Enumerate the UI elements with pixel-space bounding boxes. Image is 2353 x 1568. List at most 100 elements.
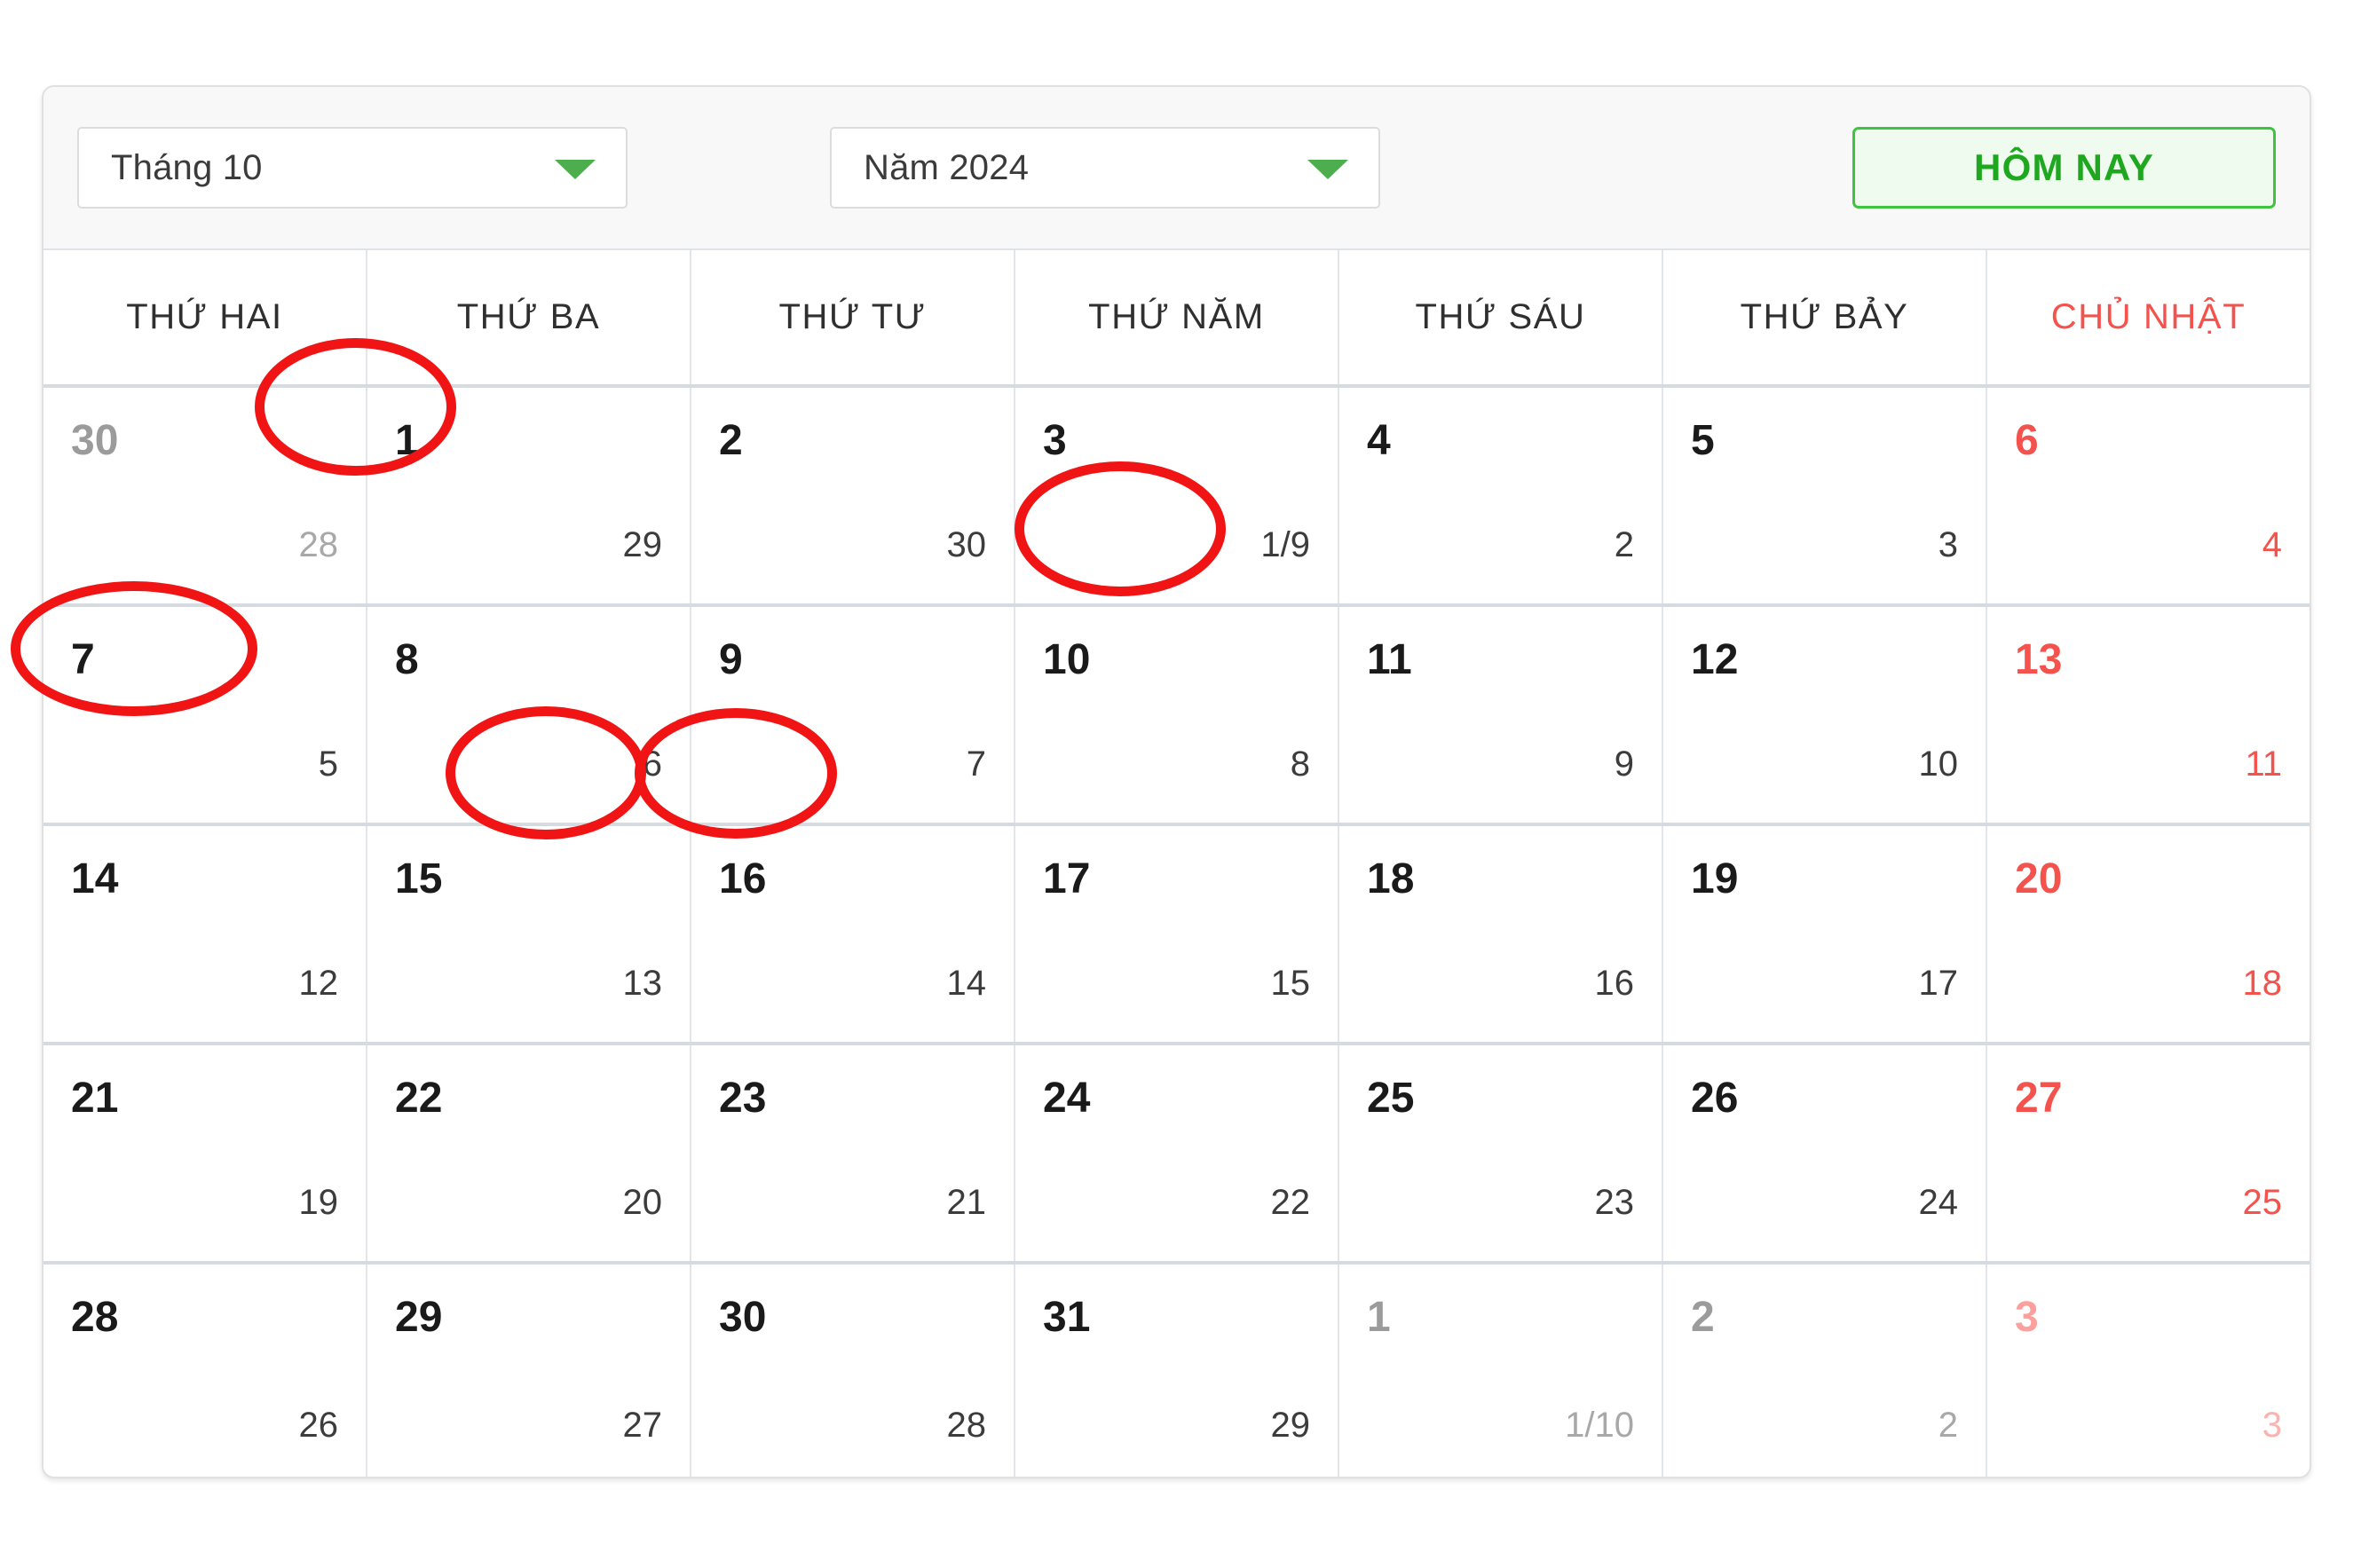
solar-date: 28 — [71, 1294, 119, 1341]
weekday-label: THỨ BA — [456, 297, 601, 336]
day-cell[interactable]: 25 23 — [1339, 1045, 1663, 1261]
solar-date: 8 — [395, 636, 419, 683]
day-cell[interactable]: 26 24 — [1663, 1045, 1987, 1261]
day-cell[interactable]: 19 17 — [1663, 826, 1987, 1042]
calendar-week-row: 7 5 8 6 9 7 10 8 11 9 12 10 13 11 — [43, 607, 2310, 826]
lunar-date: 21 — [946, 1183, 987, 1222]
lunar-date: 19 — [298, 1183, 339, 1222]
lunar-date: 6 — [642, 745, 662, 784]
day-cell[interactable]: 11 9 — [1339, 607, 1663, 823]
day-cell[interactable]: 33 — [1987, 1265, 2310, 1477]
solar-date: 1 — [395, 417, 419, 464]
solar-date: 23 — [719, 1075, 767, 1122]
day-cell[interactable]: 2 30 — [691, 388, 1015, 603]
lunar-date: 4 — [2262, 525, 2282, 564]
weekday-header-5: THỨ SÁU — [1339, 250, 1663, 384]
lunar-date: 28 — [298, 525, 339, 564]
lunar-date: 10 — [1918, 745, 1959, 784]
day-cell[interactable]: 42 — [1339, 388, 1663, 603]
day-cell[interactable]: 1 1/10 — [1339, 1265, 1663, 1477]
lunar-date: 9 — [1614, 745, 1634, 784]
lunar-date: 3 — [1938, 525, 1958, 564]
solar-date: 6 — [2015, 417, 2039, 464]
day-cell[interactable]: 86 — [367, 607, 691, 823]
day-cell[interactable]: 75 — [43, 607, 367, 823]
solar-date: 25 — [1367, 1075, 1415, 1122]
calendar-week-row: 30 28 1 29 2 30 3 1/9 4 2 5 3 6 4 — [43, 388, 2310, 607]
solar-date: 2 — [1691, 1294, 1715, 1341]
day-cell[interactable]: 14 12 — [43, 826, 367, 1042]
day-cell[interactable]: 17 15 — [1015, 826, 1339, 1042]
chevron-down-icon — [555, 160, 596, 179]
year-select[interactable]: Năm 2024 — [830, 127, 1380, 209]
lunar-date: 18 — [2242, 964, 2283, 1003]
lunar-date: 24 — [1918, 1183, 1959, 1222]
day-cell[interactable]: 18 16 — [1339, 826, 1663, 1042]
weekday-label: THỨ BẢY — [1740, 297, 1909, 336]
solar-date: 5 — [1691, 417, 1715, 464]
lunar-date: 8 — [1290, 745, 1310, 784]
calendar-widget: Tháng 10 Năm 2024 HÔM NAY THỨ HAI THỨ BA T… — [42, 85, 2311, 1478]
year-select-label: Năm 2024 — [864, 147, 1030, 187]
solar-date: 29 — [395, 1294, 443, 1341]
lunar-date: 27 — [622, 1406, 663, 1445]
day-cell[interactable]: 64 — [1987, 388, 2310, 603]
lunar-date: 20 — [622, 1183, 663, 1222]
day-cell[interactable]: 28 26 — [43, 1265, 367, 1477]
solar-date: 3 — [1043, 417, 1067, 464]
day-cell[interactable]: 30 28 — [43, 388, 367, 603]
lunar-date: 14 — [946, 964, 987, 1003]
day-cell[interactable]: 30 28 — [691, 1265, 1015, 1477]
calendar-week-row: 21 19 22 20 23 21 24 22 25 23 26 24 27 25 — [43, 1045, 2310, 1265]
solar-date: 13 — [2015, 636, 2063, 683]
day-cell[interactable]: 16 14 — [691, 826, 1015, 1042]
weekday-label: THỨ SÁU — [1415, 297, 1586, 336]
lunar-date: 17 — [1918, 964, 1959, 1003]
lunar-date: 26 — [298, 1406, 339, 1445]
solar-date: 10 — [1043, 636, 1091, 683]
solar-date: 31 — [1043, 1294, 1091, 1341]
day-cell[interactable]: 3 1/9 — [1015, 388, 1339, 603]
day-cell[interactable]: 27 25 — [1987, 1045, 2310, 1261]
solar-date: 26 — [1691, 1075, 1739, 1122]
day-cell[interactable]: 31 29 — [1015, 1265, 1339, 1477]
lunar-date: 29 — [622, 525, 663, 564]
lunar-date: 2 — [1614, 525, 1634, 564]
lunar-date: 1/9 — [1260, 525, 1310, 564]
calendar-week-row: 14 12 15 13 16 14 17 15 18 16 19 17 20 18 — [43, 826, 2310, 1045]
weekday-label: CHỦ NHẬT — [2050, 297, 2246, 336]
today-button[interactable]: HÔM NAY — [1852, 127, 2276, 209]
day-cell[interactable]: 22 — [1663, 1265, 1987, 1477]
day-cell[interactable]: 13 11 — [1987, 607, 2310, 823]
today-button-label: HÔM NAY — [1974, 146, 2154, 188]
lunar-date: 7 — [966, 745, 986, 784]
solar-date: 15 — [395, 855, 443, 902]
solar-date: 2 — [719, 417, 743, 464]
solar-date: 16 — [719, 855, 767, 902]
solar-date: 9 — [719, 636, 743, 683]
weekday-header-3: THỨ TƯ — [691, 250, 1015, 384]
lunar-date: 1/10 — [1565, 1406, 1634, 1445]
day-cell[interactable]: 10 8 — [1015, 607, 1339, 823]
solar-date: 12 — [1691, 636, 1739, 683]
solar-date: 27 — [2015, 1075, 2063, 1122]
day-cell[interactable]: 97 — [691, 607, 1015, 823]
day-cell[interactable]: 20 18 — [1987, 826, 2310, 1042]
lunar-date: 5 — [318, 745, 338, 784]
day-cell[interactable]: 15 13 — [367, 826, 691, 1042]
lunar-date: 29 — [1270, 1406, 1311, 1445]
weekday-header-4: THỨ NĂM — [1015, 250, 1339, 384]
day-cell[interactable]: 23 21 — [691, 1045, 1015, 1261]
calendar-grid: 30 28 1 29 2 30 3 1/9 4 2 5 3 6 4 7 5 8 6 9 7 10 8 11 9 12 10 13 11… — [43, 388, 2310, 1477]
day-cell[interactable]: 22 20 — [367, 1045, 691, 1261]
day-cell[interactable]: 53 — [1663, 388, 1987, 603]
lunar-date: 3 — [2262, 1406, 2282, 1445]
day-cell[interactable]: 1 29 — [367, 388, 691, 603]
day-cell[interactable]: 24 22 — [1015, 1045, 1339, 1261]
day-cell[interactable]: 21 19 — [43, 1045, 367, 1261]
lunar-date: 16 — [1594, 964, 1635, 1003]
calendar-toolbar: Tháng 10 Năm 2024 HÔM NAY — [43, 87, 2310, 250]
day-cell[interactable]: 29 27 — [367, 1265, 691, 1477]
month-select[interactable]: Tháng 10 — [77, 127, 628, 209]
day-cell[interactable]: 12 10 — [1663, 607, 1987, 823]
